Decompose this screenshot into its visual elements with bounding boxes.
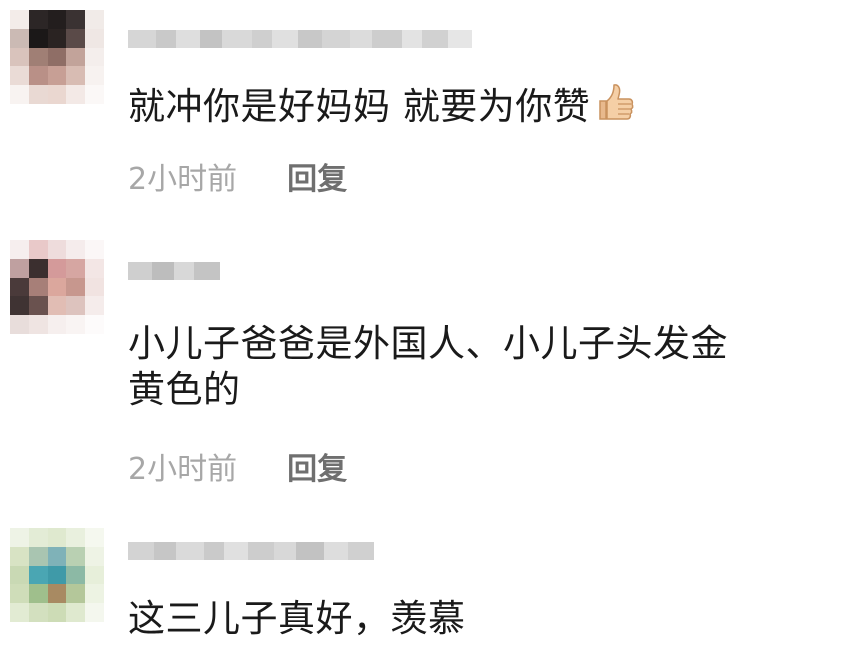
comment-text-content: 就冲你是好妈妈 就要为你赞 [128,85,591,128]
username-blurred[interactable] [128,30,472,48]
comment-text-content: 这三儿子真好，羡慕 [128,597,466,640]
avatar[interactable] [10,240,104,334]
avatar[interactable] [10,528,104,622]
reply-button[interactable]: 回复 [287,162,347,198]
comment-meta: 2小时前 回复 [128,452,347,488]
thumbs-up-icon [592,81,636,136]
username-blurred[interactable] [128,542,374,560]
comment-item: 就冲你是好妈妈 就要为你赞 2小时前 回复 [0,0,864,220]
reply-button[interactable]: 回复 [287,452,347,488]
comment-item: 小儿子爸爸是外国人、小儿子头发金 黄色的 2小时前 回复 [0,230,864,510]
comment-text-line: 黄色的 [128,368,241,411]
comment-text-line: 小儿子爸爸是外国人、小儿子头发金 [128,322,728,365]
timestamp: 2小时前 [128,162,238,197]
comment-text: 小儿子爸爸是外国人、小儿子头发金 黄色的 [128,321,728,413]
comment-meta: 2小时前 回复 [128,162,347,198]
comment-item: 这三儿子真好，羡慕 [0,520,864,671]
avatar[interactable] [10,10,104,104]
comment-text: 就冲你是好妈妈 就要为你赞 [128,81,636,136]
timestamp: 2小时前 [128,452,238,487]
comment-text: 这三儿子真好，羡慕 [128,596,466,642]
username-blurred[interactable] [128,262,220,280]
